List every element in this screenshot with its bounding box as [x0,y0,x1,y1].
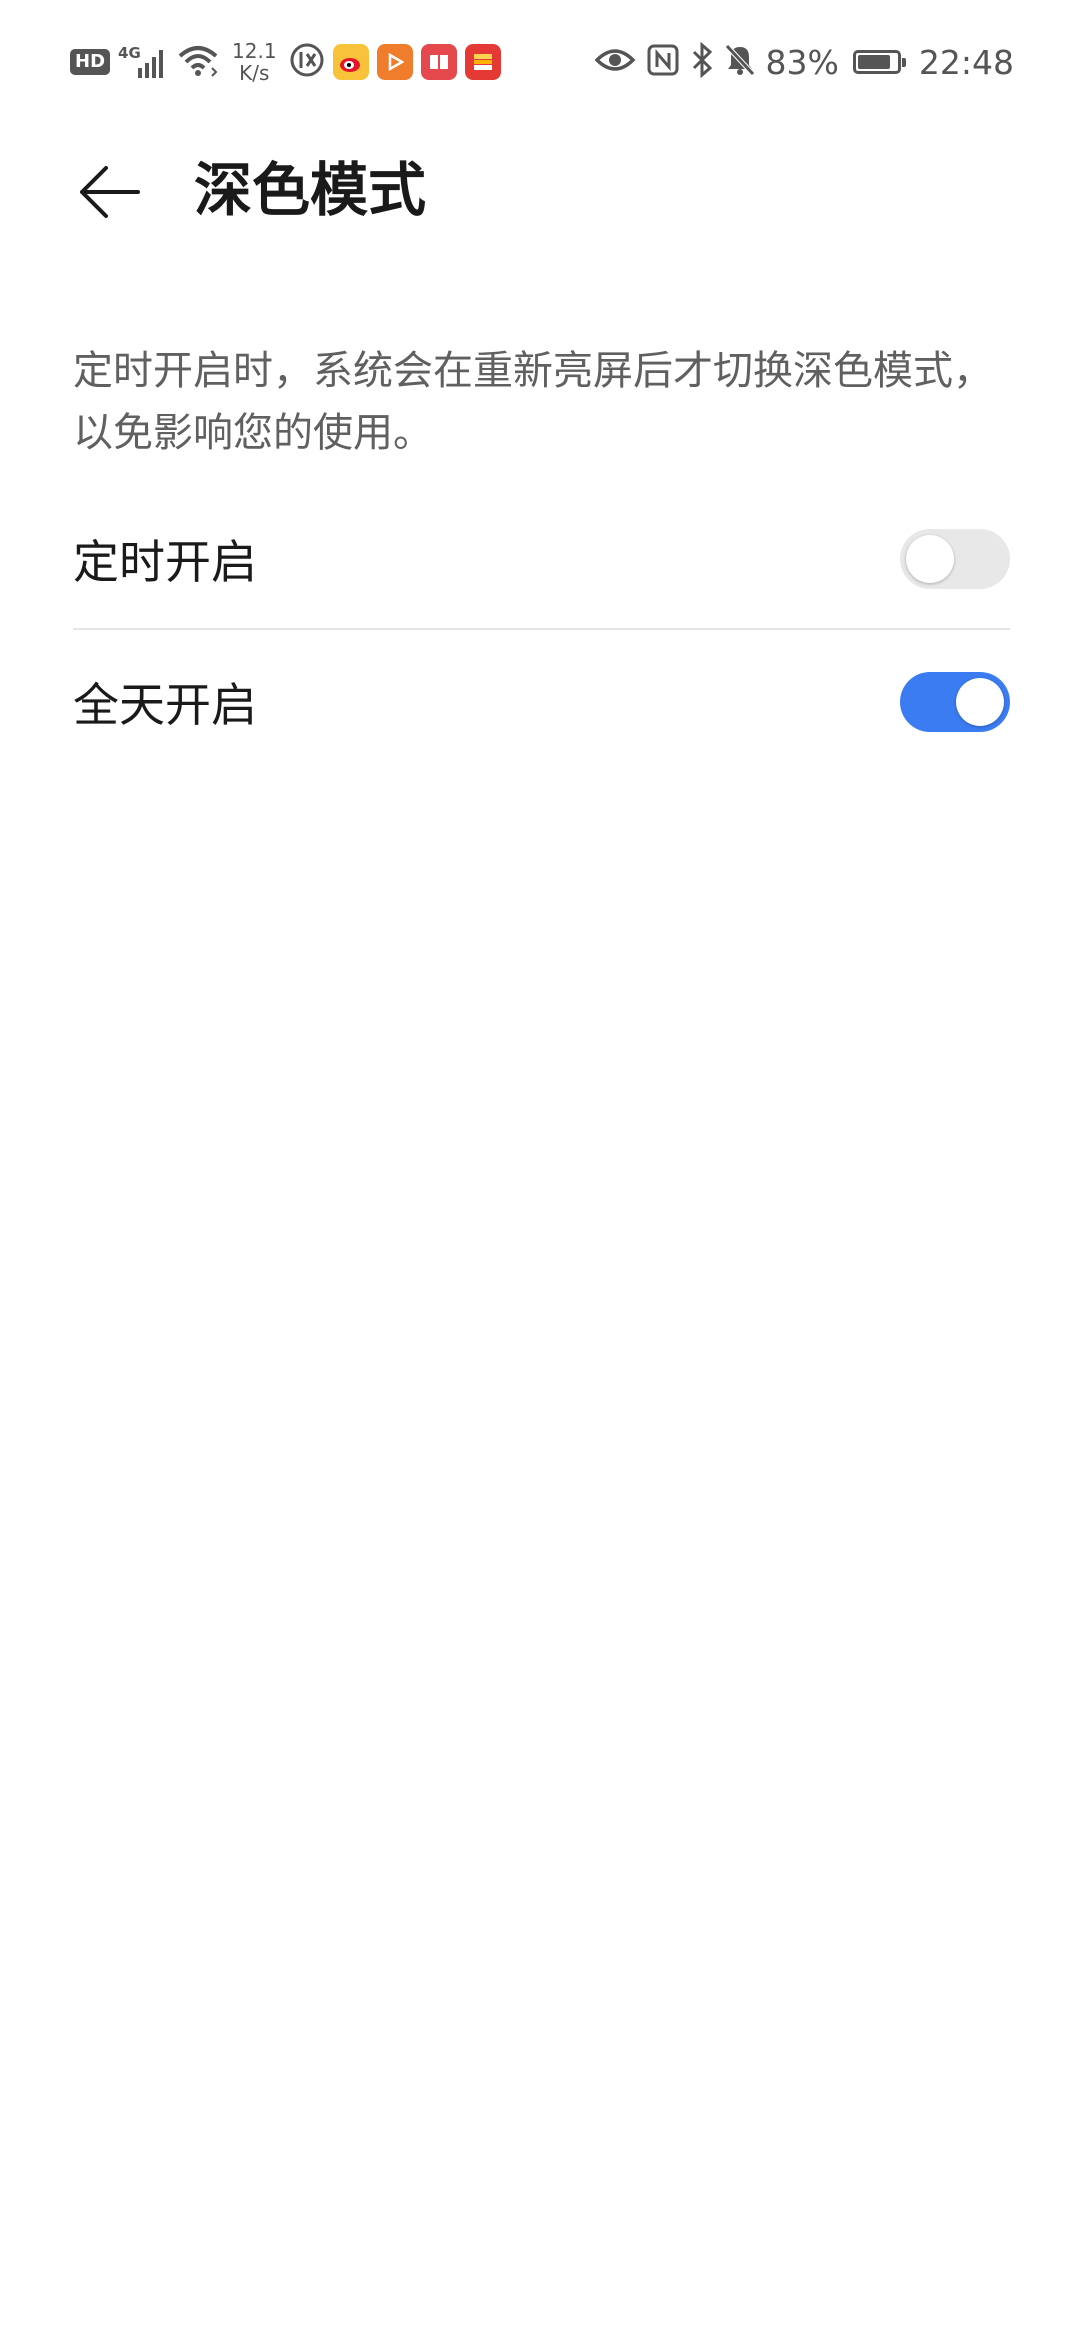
setting-label-scheduled: 定时开启 [73,535,257,589]
setting-row-all-day[interactable]: 全天开启 [73,632,1010,772]
battery-icon [852,50,906,74]
page-title: 深色模式 [194,156,427,224]
weibo-icon [332,44,369,80]
data-saver-icon [289,42,325,82]
scheduled-toggle-switch[interactable] [900,529,1010,589]
eye-comfort-icon [594,45,636,79]
arrow-left-icon [80,166,140,218]
video-app-icon [376,44,413,80]
status-bar: HD 4G 12.1 K/s 83% 22:48 [0,0,1080,120]
setting-label-all-day: 全天开启 [73,678,257,732]
switch-knob [956,678,1004,726]
all-day-toggle-switch[interactable] [900,672,1010,732]
switch-knob [906,535,954,583]
status-bar-right: 83% 22:48 [594,34,1014,90]
setting-row-scheduled[interactable]: 定时开启 [73,489,1010,629]
wallet-app-icon [464,44,501,80]
network-speed-unit: K/s [239,61,270,85]
network-speed-value: 12.1 [232,39,277,63]
battery-percent: 83% [765,42,839,82]
signal-4g-icon: 4G [118,44,168,80]
reader-app-icon [420,44,457,80]
app-bar: 深色模式 [0,120,1080,260]
battery-level-fill [857,55,890,69]
bell-muted-icon [724,43,756,81]
nfc-icon [646,43,680,81]
wifi-icon [176,42,220,82]
network-speed: 12.1 K/s [232,40,277,84]
description-text: 定时开启时，系统会在重新亮屏后才切换深色模式，以免影响您的使用。 [73,348,993,456]
clock: 22:48 [918,42,1014,82]
divider [73,628,1010,630]
hd-badge: HD [70,49,111,75]
bluetooth-icon [690,41,714,82]
status-bar-left: HD 4G 12.1 K/s [70,34,501,90]
network-type-label: 4G [118,44,141,62]
back-button[interactable] [72,156,144,228]
